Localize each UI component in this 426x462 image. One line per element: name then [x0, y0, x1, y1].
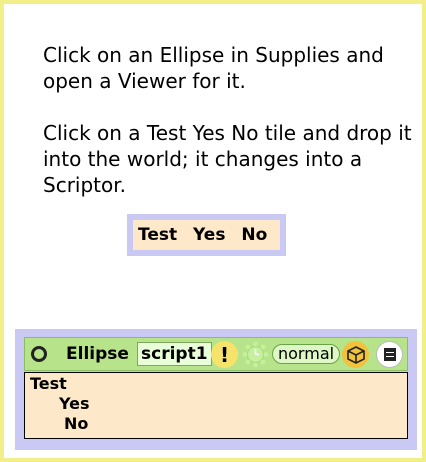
page-frame: Click on an Ellipse in Supplies and open… [0, 0, 426, 462]
paws-icon [346, 345, 365, 364]
tile-no-label: No [241, 225, 268, 245]
fire-script-button[interactable]: ! [211, 341, 238, 368]
script-name-field[interactable]: script1 [137, 342, 212, 366]
object-name: Ellipse [66, 344, 129, 364]
dismiss-circle-button[interactable] [31, 338, 53, 370]
tile-yes-label: Yes [193, 225, 226, 245]
menu-icon [383, 348, 396, 361]
script-body[interactable]: Test Yes No [24, 372, 408, 439]
instruction-paragraph-2: Click on a Test Yes No tile and drop it … [43, 121, 412, 197]
circle-icon [31, 346, 47, 362]
script-no-label: No [64, 414, 89, 433]
exclamation-icon: ! [219, 342, 230, 367]
clock-icon [242, 341, 269, 368]
scriptor-header: Ellipse script1 ! normal [24, 337, 408, 371]
instruction-paragraph-1: Click on an Ellipse in Supplies and open… [43, 43, 384, 93]
instructions: Click on an Ellipse in Supplies and open… [43, 42, 413, 224]
tile-test-label: Test [138, 225, 178, 245]
scriptor[interactable]: Ellipse script1 ! normal Test Yes No [15, 329, 417, 450]
test-yes-no-tile-body: Test Yes No [133, 220, 280, 250]
ticking-clock-button[interactable] [242, 341, 269, 368]
script-test-label: Test [30, 374, 67, 393]
paws-button[interactable] [342, 341, 369, 368]
script-yes-label: Yes [59, 394, 90, 413]
test-yes-no-tile[interactable]: Test Yes No [127, 214, 286, 256]
script-status-button[interactable]: normal [272, 344, 341, 364]
scriptor-menu-button[interactable] [376, 341, 403, 368]
